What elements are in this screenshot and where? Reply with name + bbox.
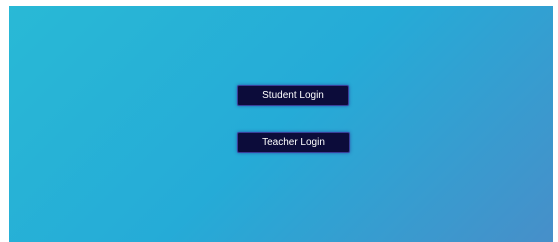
login-screen: Student Login Teacher Login	[9, 6, 553, 242]
student-login-button[interactable]: Student Login	[237, 85, 349, 106]
teacher-login-button[interactable]: Teacher Login	[237, 132, 350, 153]
